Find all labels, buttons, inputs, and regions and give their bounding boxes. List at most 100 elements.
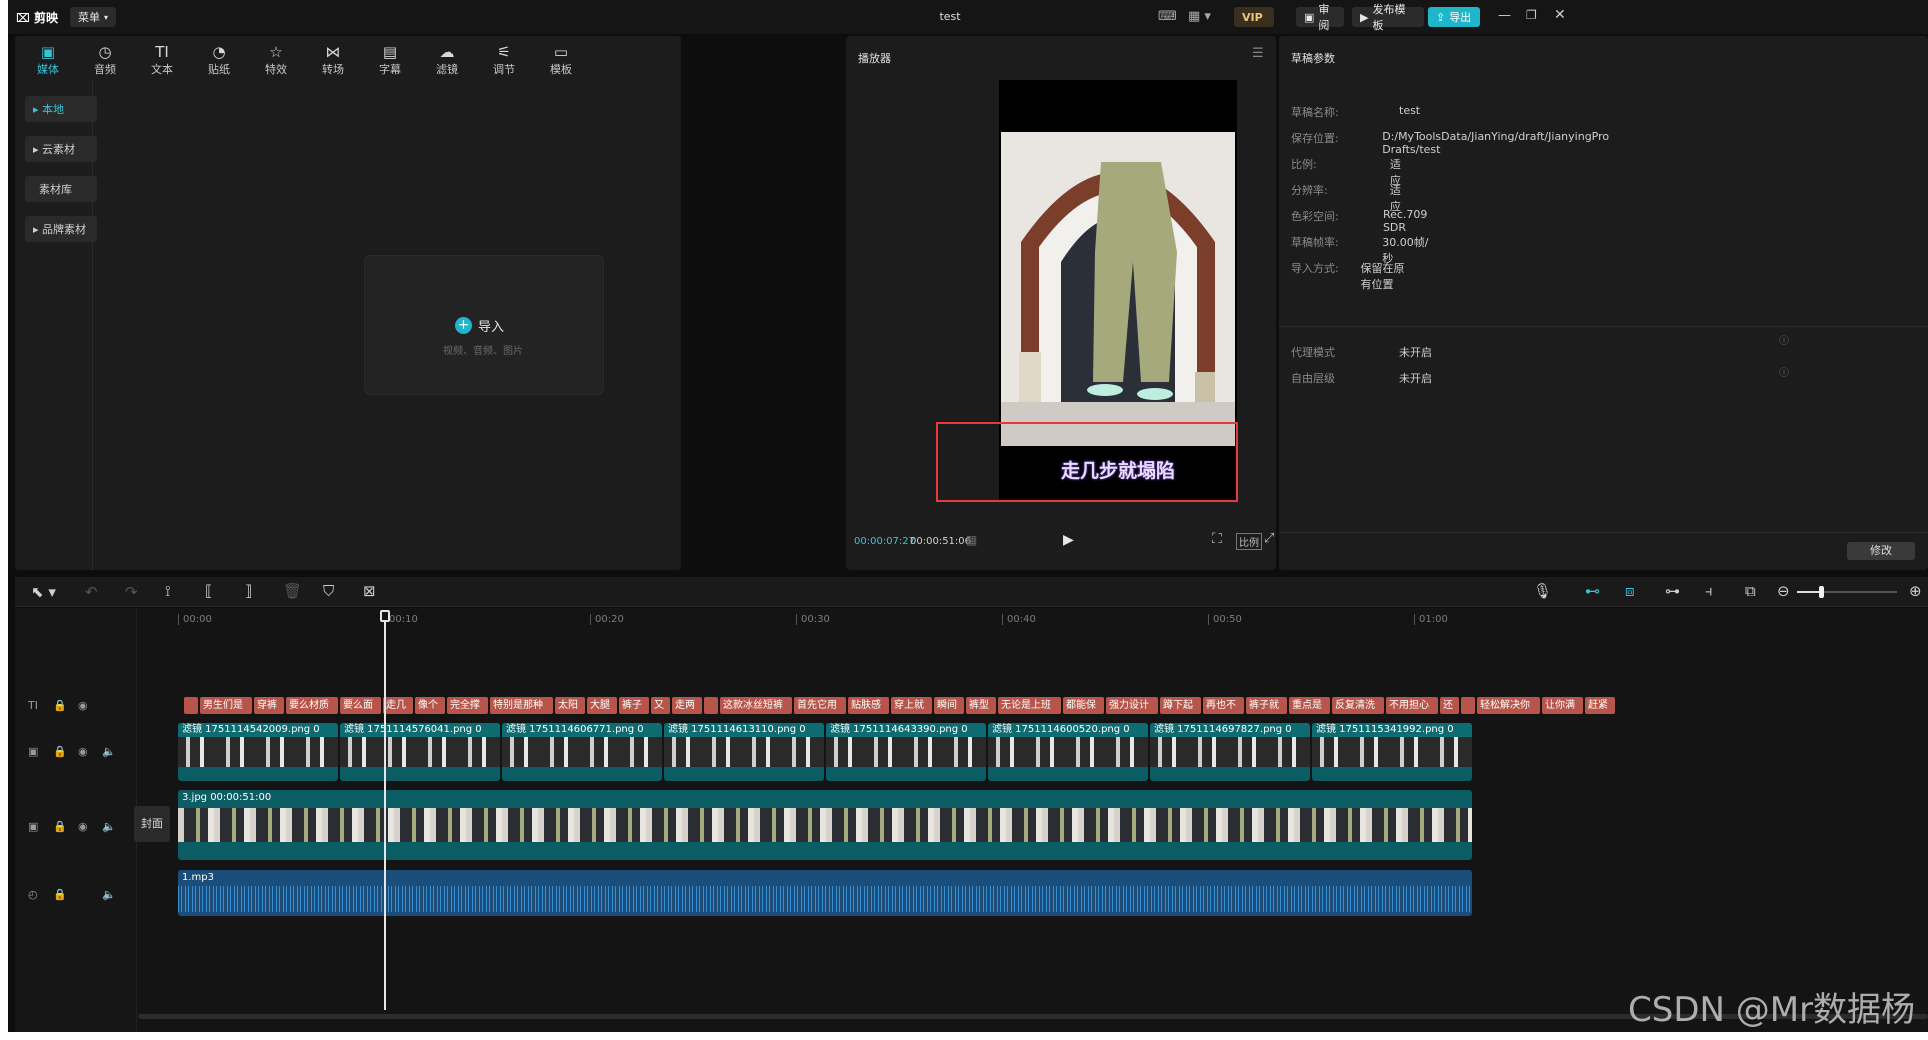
image-clip[interactable]: 滤镜 1751115341992.png 0	[1312, 723, 1472, 781]
text-segment[interactable]: 裤子	[619, 697, 649, 714]
text-segment[interactable]: 还	[1440, 697, 1459, 714]
main-video-clip[interactable]: 3.jpg 00:00:51:00	[178, 790, 1472, 860]
sidebar-item-local[interactable]: ▸ 本地	[25, 96, 97, 122]
hamburger-icon[interactable]: ☰	[1252, 46, 1264, 61]
redo-icon[interactable]: ↷	[125, 583, 138, 601]
text-segment[interactable]: 男生们是	[200, 697, 252, 714]
close-icon[interactable]: ✕	[1554, 7, 1566, 23]
expand-icon[interactable]: ⤢	[1264, 531, 1274, 546]
edit-button[interactable]: 修改	[1847, 542, 1915, 560]
trim-left-icon[interactable]: ⟦	[205, 582, 212, 600]
text-segment[interactable]	[1461, 697, 1475, 714]
tab-adjust[interactable]: ⚟ 调节	[479, 40, 529, 80]
undo-icon[interactable]: ↶	[85, 583, 98, 601]
sidebar-item-brand[interactable]: ▸ 品牌素材	[25, 216, 97, 242]
text-segment[interactable]: 赶紧	[1585, 697, 1615, 714]
cover-button[interactable]: 封面	[134, 806, 170, 842]
ratio-button[interactable]: 比例	[1236, 533, 1262, 550]
text-segment[interactable]: 蹲下起	[1160, 697, 1201, 714]
select-tool-icon[interactable]: ⬉ ▾	[31, 583, 56, 601]
text-segment[interactable]: 特别是那种	[490, 697, 553, 714]
delete-icon[interactable]: 🗑	[283, 582, 302, 600]
text-segment[interactable]: 反复清洗	[1332, 697, 1384, 714]
text-segment[interactable]: 裤子就	[1246, 697, 1287, 714]
zoom-out-icon[interactable]: ⊖	[1777, 582, 1790, 600]
sidebar-item-cloud[interactable]: ▸ 云素材	[25, 136, 97, 162]
main-track-link-icon[interactable]: ⊷	[1585, 582, 1600, 600]
tab-text[interactable]: TI 文本	[137, 40, 187, 80]
text-segment[interactable]: 又	[651, 697, 670, 714]
tab-transition[interactable]: ⋈ 转场	[308, 40, 358, 80]
text-segment[interactable]: 走几	[383, 697, 413, 714]
eye-icon[interactable]: ◉	[78, 699, 88, 712]
zoom-slider-handle[interactable]	[1819, 586, 1824, 598]
tab-sticker[interactable]: ◔ 贴纸	[194, 40, 244, 80]
text-segment[interactable]: 走两	[672, 697, 702, 714]
playhead[interactable]	[380, 610, 390, 1010]
maximize-icon[interactable]: ❐	[1526, 8, 1537, 22]
play-icon[interactable]: ▶	[1063, 532, 1074, 548]
volume-icon[interactable]: 🔈	[102, 745, 116, 758]
zoom-slider[interactable]	[1797, 586, 1897, 598]
text-segment[interactable]: 无论是上班	[998, 697, 1061, 714]
link-icon[interactable]: ⊶	[1665, 582, 1680, 600]
publish-template-button[interactable]: ▶ 发布模板	[1352, 3, 1424, 32]
text-segment[interactable]: 都能保	[1063, 697, 1104, 714]
lock-icon[interactable]: 🔒	[53, 699, 67, 712]
volume-icon[interactable]: 🔈	[102, 820, 116, 833]
image-clip[interactable]: 滤镜 1751114613110.png 0	[664, 723, 824, 781]
tab-media[interactable]: ▣ 媒体	[23, 40, 73, 80]
text-segment[interactable]: 要么材质	[286, 697, 338, 714]
text-segment[interactable]: 穿裤	[254, 697, 284, 714]
review-button[interactable]: ▣ 审阅	[1296, 3, 1344, 32]
tab-effects[interactable]: ☆ 特效	[251, 40, 301, 80]
text-segment[interactable]: 完全撑	[447, 697, 488, 714]
text-segment[interactable]: 要么面	[340, 697, 381, 714]
text-segment[interactable]: 让你满	[1542, 697, 1583, 714]
eye-icon[interactable]: ◉	[78, 820, 88, 833]
help-icon[interactable]: ⓘ	[1779, 364, 1789, 379]
image-clip[interactable]: 滤镜 1751114643390.png 0	[826, 723, 986, 781]
layout-icon[interactable]: ▦ ▾	[1188, 9, 1211, 24]
import-box[interactable]: + 导入 视频、音频、图片	[364, 255, 604, 395]
trim-right-icon[interactable]: ⟧	[245, 582, 252, 600]
zoom-in-icon[interactable]: ⊕	[1909, 582, 1922, 600]
shield-icon[interactable]: ⛉	[323, 582, 334, 600]
text-segment[interactable]: 强力设计	[1106, 697, 1158, 714]
image-clip[interactable]: 滤镜 1751114697827.png 0	[1150, 723, 1310, 781]
text-segment[interactable]: 再也不	[1203, 697, 1244, 714]
image-clip[interactable]: 滤镜 1751114600520.png 0	[988, 723, 1148, 781]
tab-filter[interactable]: ☁ 滤镜	[422, 40, 472, 80]
minimize-icon[interactable]: —	[1498, 8, 1511, 23]
vip-button[interactable]: VIP	[1234, 7, 1274, 27]
text-segment[interactable]: 瞬间	[934, 697, 964, 714]
split-icon[interactable]: ⟟	[165, 582, 171, 600]
text-segment[interactable]: 大腿	[587, 697, 617, 714]
keyboard-icon[interactable]: ⌨	[1158, 9, 1177, 24]
fullscreen-crop-icon[interactable]: ⛶	[1212, 531, 1222, 547]
text-segment[interactable]: 重点是	[1289, 697, 1330, 714]
sidebar-item-library[interactable]: 素材库	[25, 176, 97, 202]
fit-icon[interactable]: ⧉	[1745, 582, 1756, 600]
lock-icon[interactable]: 🔒	[53, 745, 67, 758]
text-segment[interactable]: 轻松解决你	[1477, 697, 1540, 714]
tab-template[interactable]: ▭ 模板	[536, 40, 586, 80]
timecode-grid-icon[interactable]: ▦	[966, 533, 977, 547]
text-segment[interactable]	[704, 697, 718, 714]
text-segment[interactable]: 首先它用	[794, 697, 846, 714]
playhead-handle[interactable]	[380, 610, 390, 622]
image-clip[interactable]: 滤镜 1751114576041.png 0	[340, 723, 500, 781]
text-segment[interactable]: 太阳	[555, 697, 585, 714]
lock-icon[interactable]: 🔒	[53, 820, 67, 833]
audio-clip[interactable]: 1.mp3	[178, 870, 1472, 916]
export-button[interactable]: ⇪ 导出	[1428, 7, 1480, 27]
eye-icon[interactable]: ◉	[78, 745, 88, 758]
text-segment[interactable]: 贴肤感	[848, 697, 889, 714]
help-icon[interactable]: ⓘ	[1779, 332, 1789, 347]
lock-icon[interactable]: 🔒	[53, 888, 67, 901]
microphone-icon[interactable]: 🎙	[1533, 582, 1552, 600]
preview-axis-icon[interactable]: ⫞	[1705, 582, 1713, 600]
image-clip[interactable]: 滤镜 1751114606771.png 0	[502, 723, 662, 781]
text-segment[interactable]	[184, 697, 198, 714]
image-clip[interactable]: 滤镜 1751114542009.png 0	[178, 723, 338, 781]
